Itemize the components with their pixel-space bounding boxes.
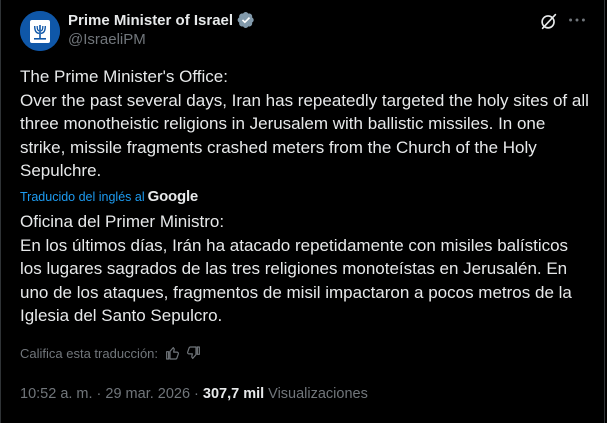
post-meta: 10:52 a. m. · 29 mar. 2026 · 307,7 mil V… <box>20 386 368 402</box>
verified-badge-icon[interactable] <box>237 11 255 29</box>
views-label: Visualizaciones <box>268 386 368 402</box>
post-original-text: The Prime Minister's Office: Over the pa… <box>20 67 589 180</box>
author-handle[interactable]: @IsraeliPM <box>68 31 146 48</box>
views-count: 307,7 mil <box>202 386 265 402</box>
author-name-row: Prime Minister of Israel <box>68 11 255 29</box>
meta-separator: · <box>96 386 102 402</box>
author-name[interactable]: Prime Minister of Israel <box>68 12 233 29</box>
post-time[interactable]: 10:52 a. m. <box>20 386 93 402</box>
post-date[interactable]: 29 mar. 2026 <box>105 386 190 402</box>
thumbs-up-icon[interactable] <box>164 345 180 361</box>
meta-separator: · <box>194 386 199 402</box>
post-panel: Prime Minister of Israel @IsraeliPM The … <box>0 0 605 423</box>
translation-rating: Califica esta traducción: <box>20 345 202 361</box>
grok-icon[interactable] <box>538 10 560 32</box>
more-dots-icon[interactable] <box>566 9 588 31</box>
translation-credit-label: Traducido del inglés al <box>20 189 145 204</box>
translation-credit[interactable]: Traducido del inglés al Google <box>20 188 198 205</box>
israel-emblem-icon <box>20 11 60 51</box>
translation-provider: Google <box>147 188 199 205</box>
rating-label: Califica esta traducción: <box>20 345 159 361</box>
avatar[interactable] <box>20 11 60 51</box>
post-translated-text: Oficina del Primer Ministro: En los últi… <box>20 212 572 325</box>
thumbs-down-icon[interactable] <box>186 345 202 361</box>
